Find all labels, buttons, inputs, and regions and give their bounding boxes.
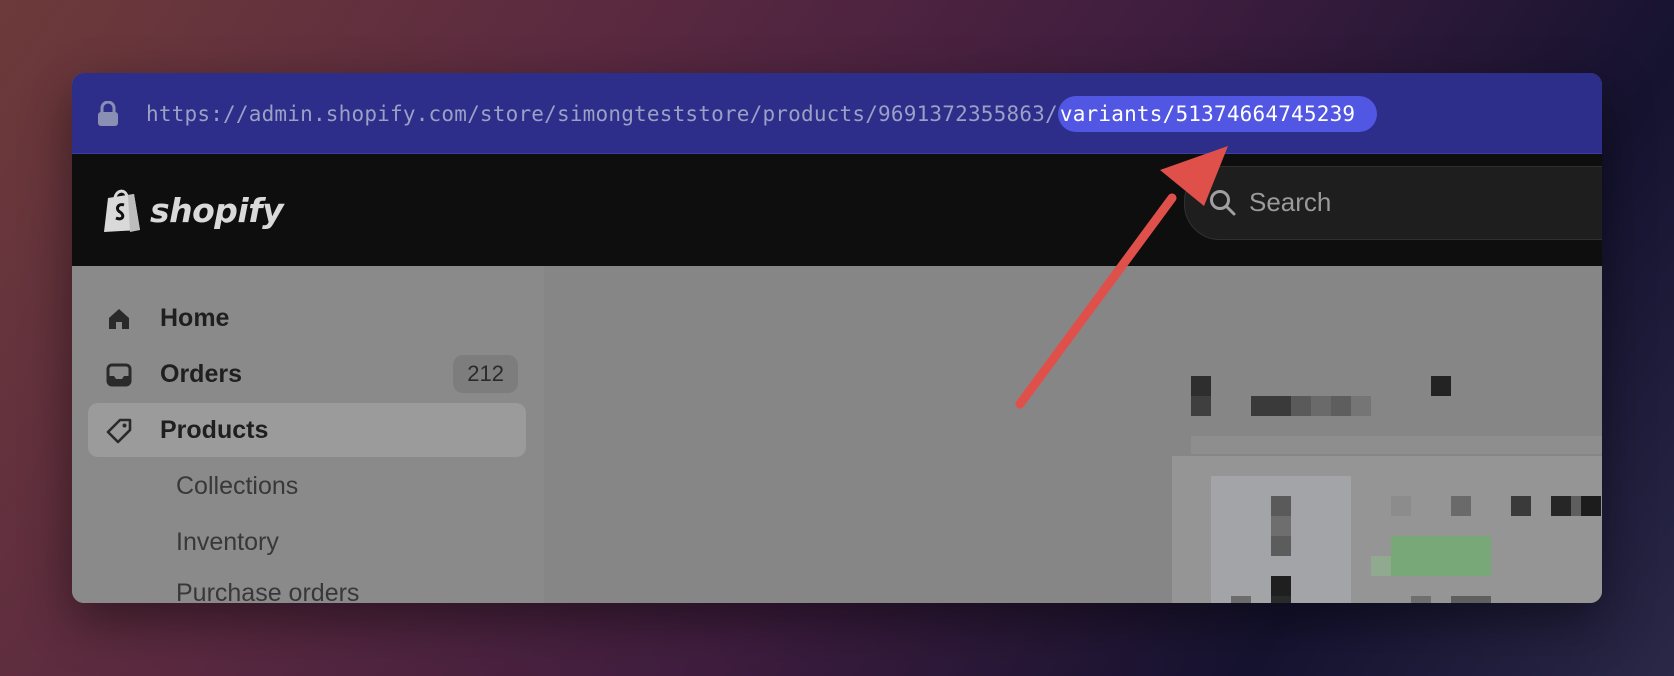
address-bar[interactable]: https://admin.shopify.com/store/simongte…: [72, 73, 1602, 154]
lock-icon: [98, 101, 118, 126]
browser-window: https://admin.shopify.com/store/simongte…: [72, 73, 1602, 603]
sidebar-item-products[interactable]: Products: [88, 403, 526, 457]
orders-count-badge: 212: [453, 355, 518, 393]
sidebar-item-orders[interactable]: Orders 212: [88, 347, 526, 401]
search-icon: [1210, 190, 1236, 216]
sidebar-item-home[interactable]: Home: [88, 291, 526, 345]
url-base: https://admin.shopify.com/store/simongte…: [146, 102, 1058, 126]
inbox-icon: [106, 363, 132, 387]
sidebar-item-purchase-orders[interactable]: Purchase orders: [88, 571, 526, 603]
search-field[interactable]: Search: [1184, 166, 1602, 240]
logo-wordmark: shopify: [150, 190, 284, 230]
url-highlight: variants/51374664745239: [1057, 96, 1378, 132]
search-placeholder: Search: [1249, 187, 1332, 217]
home-icon: [109, 309, 129, 329]
sidebar-item-inventory[interactable]: Inventory: [88, 515, 526, 569]
sidebar-item-label: Orders: [160, 359, 242, 388]
main-content-redacted: [544, 266, 1602, 603]
url-text[interactable]: https://admin.shopify.com/store/simongte…: [146, 96, 1378, 132]
sidebar-item-label: Products: [160, 415, 269, 444]
sidebar-subitem-label: Collections: [176, 471, 299, 500]
tag-icon: [106, 418, 132, 444]
shopify-bag-icon: [104, 189, 140, 232]
shopify-logo[interactable]: shopify: [102, 186, 284, 234]
sidebar-item-label: Home: [160, 303, 230, 332]
sidebar: Home Orders 212 Products Collections Inv…: [72, 266, 544, 603]
sidebar-subitem-label: Inventory: [176, 527, 279, 556]
sidebar-item-collections[interactable]: Collections: [88, 459, 526, 513]
sidebar-subitem-label: Purchase orders: [176, 579, 360, 603]
